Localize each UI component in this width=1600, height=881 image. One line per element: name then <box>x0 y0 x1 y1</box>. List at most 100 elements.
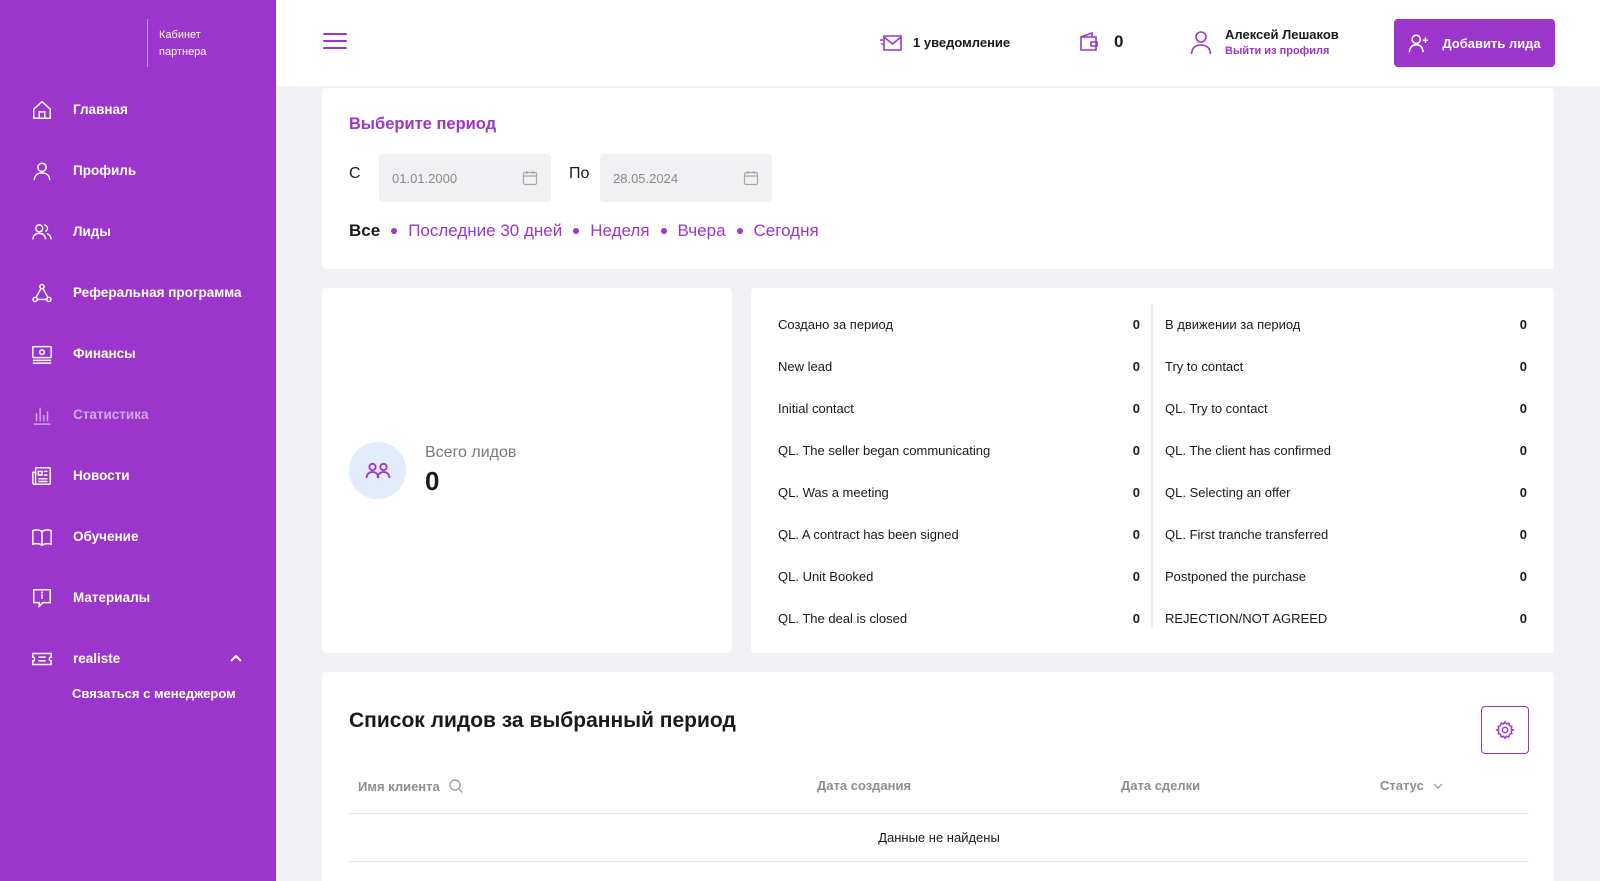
stat-value: 0 <box>1519 442 1527 458</box>
stat-row: QL. Selecting an offer 0 <box>1165 471 1527 513</box>
sidebar-item-finance[interactable]: Финансы <box>0 323 276 384</box>
stat-row: QL. Unit Booked 0 <box>778 555 1140 597</box>
sidebar-nav: Главная Профиль Лиды Реферальная програм… <box>0 79 276 705</box>
stat-row: QL. The client has confirmed 0 <box>1165 429 1527 471</box>
stat-row: QL. Was a meeting 0 <box>778 471 1140 513</box>
sidebar-item-statistics[interactable]: Статистика <box>0 384 276 445</box>
chart-icon <box>31 404 53 426</box>
sidebar-item-label: Материалы <box>73 590 151 605</box>
stat-row: QL. Try to contact 0 <box>1165 387 1527 429</box>
wallet-icon <box>1080 31 1098 51</box>
brand: Кабинет партнера <box>0 18 276 68</box>
gear-icon <box>1495 720 1515 740</box>
stat-name: REJECTION/NOT AGREED <box>1165 610 1328 626</box>
column-label: Статус <box>1380 778 1424 793</box>
calendar-icon[interactable] <box>522 170 538 186</box>
info-icon <box>31 587 53 609</box>
stat-value: 0 <box>1132 568 1140 584</box>
brand-subtitle: Кабинет партнера <box>159 27 206 61</box>
sidebar-item-referral[interactable]: Реферальная программа <box>0 262 276 323</box>
stat-row: QL. The seller began communicating 0 <box>778 429 1140 471</box>
calendar-icon[interactable] <box>743 170 759 186</box>
chevron-up-icon[interactable] <box>229 652 243 666</box>
top-header: 1 уведомление 0 Алексей Лешаков Выйти из… <box>276 0 1600 86</box>
period-filter-all[interactable]: Все <box>349 221 380 241</box>
search-icon[interactable] <box>448 778 464 794</box>
add-user-icon <box>1408 34 1429 53</box>
sidebar-item-label: Обучение <box>73 529 139 544</box>
column-client-name[interactable]: Имя клиента <box>358 778 464 794</box>
chevron-down-icon[interactable] <box>1432 780 1444 792</box>
sidebar-item-materials[interactable]: Материалы <box>0 567 276 628</box>
sidebar-item-realiste[interactable]: realiste <box>0 628 276 689</box>
stat-name: Создано за период <box>778 316 894 332</box>
stat-row: New lead 0 <box>778 345 1140 387</box>
column-label: Имя клиента <box>358 778 440 794</box>
sidebar-item-learning[interactable]: Обучение <box>0 506 276 567</box>
wallet-balance[interactable]: 0 <box>1078 31 1123 53</box>
stat-value: 0 <box>1519 568 1527 584</box>
separator-dot <box>660 228 667 234</box>
stat-name: QL. The deal is closed <box>778 610 908 626</box>
brand-subtitle-line2: партнера <box>159 46 207 58</box>
stat-row: Postponed the purchase 0 <box>1165 555 1527 597</box>
period-filter-yesterday[interactable]: Вчера <box>678 221 726 241</box>
period-title: Выберите период <box>349 115 497 133</box>
menu-icon[interactable] <box>323 33 347 51</box>
stat-name: QL. Unit Booked <box>778 568 874 584</box>
quick-period-filters: Все Последние 30 дней Неделя Вчера Сегод… <box>349 221 819 241</box>
users-icon <box>365 462 390 478</box>
stat-name: QL. The client has confirmed <box>1165 442 1331 458</box>
stat-value: 0 <box>1519 316 1527 332</box>
period-filter-today[interactable]: Сегодня <box>754 221 819 241</box>
stat-row: QL. A contract has been signed 0 <box>778 513 1140 555</box>
period-filter-30-days[interactable]: Последние 30 дней <box>408 221 562 241</box>
sidebar-item-news[interactable]: Новости <box>0 445 276 506</box>
column-created-date[interactable]: Дата создания <box>817 778 911 793</box>
total-leads-label: Всего лидов <box>425 444 517 461</box>
sidebar-item-profile[interactable]: Профиль <box>0 140 276 201</box>
home-icon <box>31 99 53 121</box>
sidebar-item-label: Статистика <box>73 407 149 422</box>
user-menu: Алексей Лешаков Выйти из профиля <box>1189 27 1339 59</box>
add-lead-label: Добавить лида <box>1442 35 1541 51</box>
add-lead-button[interactable]: Добавить лида <box>1394 19 1555 67</box>
stat-value: 0 <box>1132 400 1140 416</box>
stat-name: QL. Selecting an offer <box>1165 484 1291 500</box>
table-settings-button[interactable] <box>1481 706 1529 754</box>
stat-name: QL. First tranche transferred <box>1165 526 1329 542</box>
stat-name: Initial contact <box>778 400 854 416</box>
stat-row: QL. First tranche transferred 0 <box>1165 513 1527 555</box>
column-status[interactable]: Статус <box>1380 778 1444 793</box>
wallet-balance-value: 0 <box>1114 32 1124 51</box>
separator-dot <box>391 228 398 234</box>
stat-value: 0 <box>1519 400 1527 416</box>
leads-table-header: Имя клиента Дата создания Дата сделки Ст… <box>349 770 1529 814</box>
sidebar-item-label: Лиды <box>73 224 111 239</box>
users-icon <box>31 221 53 243</box>
separator-dot <box>736 228 743 234</box>
user-name: Алексей Лешаков <box>1225 27 1339 42</box>
stat-row: В движении за период 0 <box>1165 303 1527 345</box>
stat-name: В движении за период <box>1165 316 1301 332</box>
logout-link[interactable]: Выйти из профиля <box>1225 43 1339 59</box>
stat-name: New lead <box>778 358 833 374</box>
sidebar-item-leads[interactable]: Лиды <box>0 201 276 262</box>
stat-name: Try to contact <box>1165 358 1244 374</box>
stat-row: Initial contact 0 <box>778 387 1140 429</box>
sidebar-item-label: Реферальная программа <box>73 285 242 300</box>
column-deal-date[interactable]: Дата сделки <box>1121 778 1200 793</box>
sidebar-item-label: Финансы <box>73 346 136 361</box>
user-icon <box>1190 31 1212 55</box>
notifications-link[interactable]: 1 уведомление <box>879 31 1010 53</box>
period-filter-week[interactable]: Неделя <box>590 221 649 241</box>
sidebar-item-label: realiste <box>73 651 121 666</box>
stat-name: QL. Try to contact <box>1165 400 1268 416</box>
sidebar-item-label: Главная <box>73 102 128 117</box>
stat-row: Создано за период 0 <box>778 303 1140 345</box>
sidebar-item-home[interactable]: Главная <box>0 79 276 140</box>
stat-value: 0 <box>1519 526 1527 542</box>
sidebar-item-label: Профиль <box>73 163 137 178</box>
stat-row: Try to contact 0 <box>1165 345 1527 387</box>
stat-value: 0 <box>1519 484 1527 500</box>
